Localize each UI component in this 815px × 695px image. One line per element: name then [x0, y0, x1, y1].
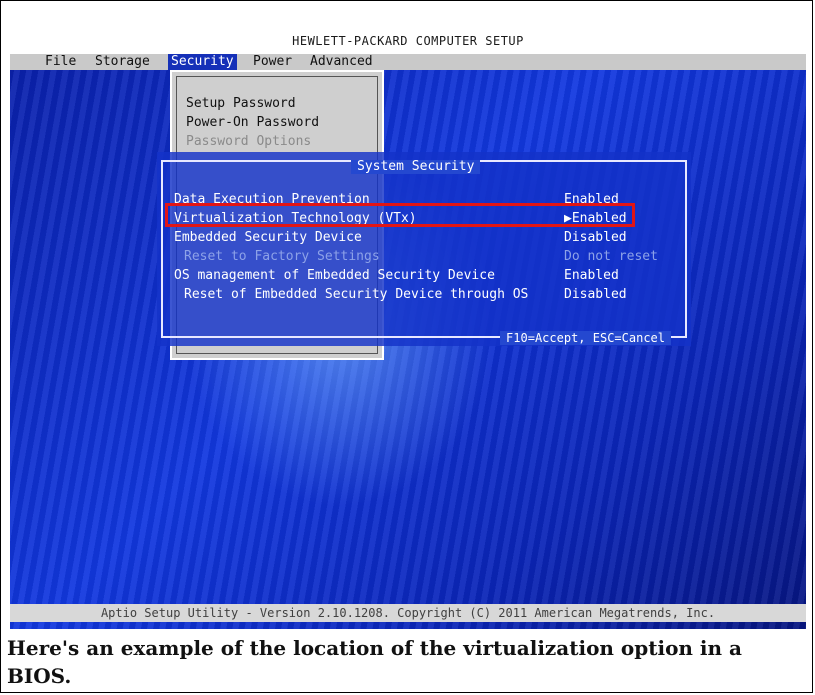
dialog-title: System Security: [351, 160, 481, 174]
setting-value[interactable]: Disabled: [564, 230, 627, 245]
setting-row-reset-factory[interactable]: Reset to Factory Settings Do not reset: [174, 249, 694, 267]
virtualization-highlight-box: [165, 203, 635, 227]
setting-row-os-management[interactable]: OS management of Embedded Security Devic…: [174, 268, 694, 286]
setting-label: Embedded Security Device: [174, 230, 362, 245]
menu-file[interactable]: File: [42, 54, 79, 70]
setting-row-reset-through-os[interactable]: Reset of Embedded Security Device throug…: [174, 287, 694, 305]
menu-power[interactable]: Power: [250, 54, 295, 70]
setting-label: Reset to Factory Settings: [184, 249, 380, 264]
menu-item-password-options[interactable]: Password Options: [186, 134, 311, 149]
status-bar: Aptio Setup Utility - Version 2.10.1208.…: [10, 604, 806, 622]
menu-item-power-on-password[interactable]: Power-On Password: [186, 115, 319, 130]
setting-value[interactable]: Do not reset: [564, 249, 658, 264]
menu-storage[interactable]: Storage: [92, 54, 153, 70]
menu-item-setup-password[interactable]: Setup Password: [186, 96, 296, 111]
bios-title: HEWLETT-PACKARD COMPUTER SETUP: [292, 34, 524, 48]
setting-label: Reset of Embedded Security Device throug…: [184, 287, 529, 302]
bios-screen: HEWLETT-PACKARD COMPUTER SETUP File Stor…: [10, 24, 806, 629]
dialog-footer: F10=Accept, ESC=Cancel: [500, 331, 671, 345]
setting-value[interactable]: Disabled: [564, 287, 627, 302]
caption-text: Here's an example of the location of the…: [7, 636, 742, 688]
menu-advanced[interactable]: Advanced: [307, 54, 376, 70]
setting-row-embedded-security[interactable]: Embedded Security Device Disabled: [174, 230, 694, 248]
menu-security[interactable]: Security: [168, 54, 237, 70]
bios-title-bar: HEWLETT-PACKARD COMPUTER SETUP: [10, 24, 806, 54]
setting-value[interactable]: Enabled: [564, 268, 619, 283]
bios-menu-bar: File Storage Security Power Advanced: [10, 54, 806, 70]
setting-label: OS management of Embedded Security Devic…: [174, 268, 495, 283]
